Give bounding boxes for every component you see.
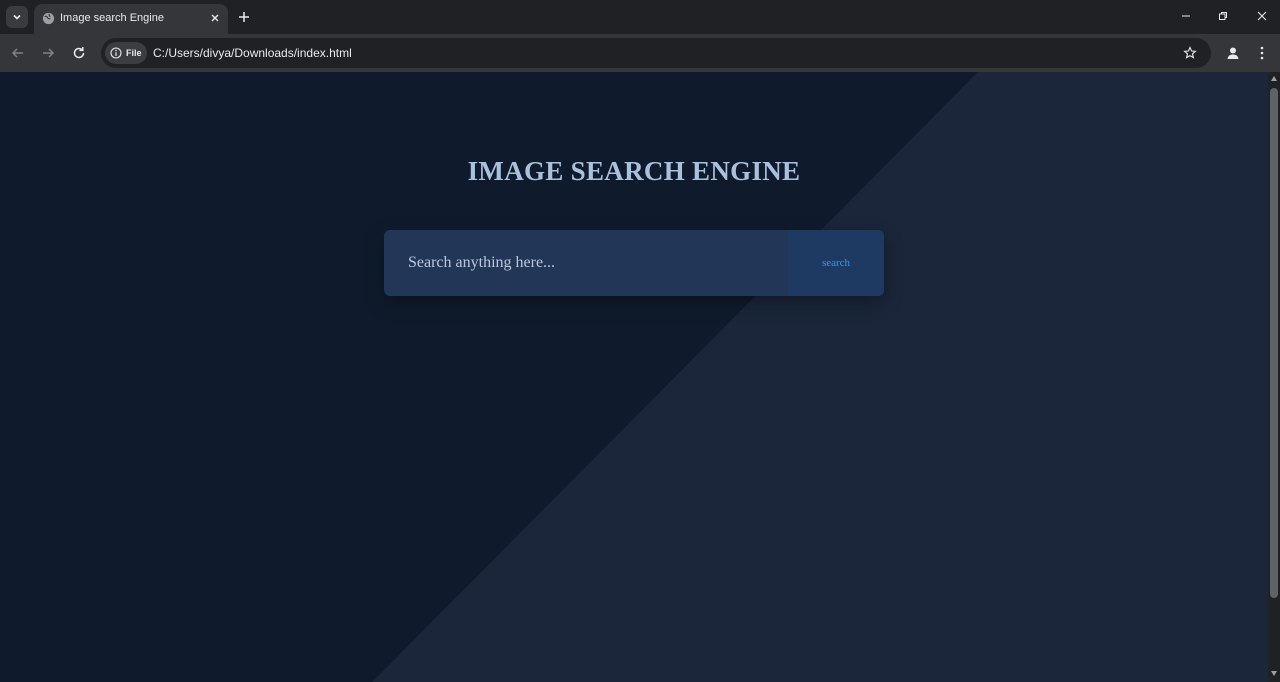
scroll-down-arrow-icon[interactable] <box>1271 671 1277 676</box>
restore-button[interactable] <box>1212 6 1234 26</box>
info-icon <box>110 47 122 59</box>
star-icon <box>1183 46 1197 59</box>
browser-menu-button[interactable] <box>1254 43 1270 63</box>
plus-icon <box>239 12 249 22</box>
search-form: search <box>384 230 884 296</box>
site-info-chip[interactable]: File <box>105 42 147 64</box>
forward-button[interactable] <box>38 43 58 63</box>
url-text[interactable]: C:/Users/divya/Downloads/index.html <box>153 46 352 60</box>
chevron-down-icon <box>13 14 21 20</box>
minimize-icon <box>1182 15 1190 17</box>
reload-button[interactable] <box>69 43 89 63</box>
scrollbar[interactable] <box>1268 72 1280 682</box>
person-icon <box>1227 47 1239 59</box>
tab-search-button[interactable] <box>6 6 28 28</box>
page-title: IMAGE SEARCH ENGINE <box>467 156 801 186</box>
reload-icon <box>73 47 85 59</box>
tab-strip: Image search Engine <box>0 0 1280 34</box>
bookmark-button[interactable] <box>1182 45 1198 61</box>
new-tab-button[interactable] <box>234 7 254 27</box>
scrollbar-thumb[interactable] <box>1270 88 1278 598</box>
search-button[interactable]: search <box>788 230 884 296</box>
close-tab-button[interactable] <box>206 9 224 27</box>
tab-active[interactable]: Image search Engine <box>34 4 228 34</box>
profile-button[interactable] <box>1223 43 1243 63</box>
scroll-up-arrow-icon[interactable] <box>1271 76 1277 81</box>
kebab-icon <box>1260 46 1264 60</box>
globe-icon <box>42 12 55 25</box>
close-window-button[interactable] <box>1251 6 1273 26</box>
restore-icon <box>1219 12 1227 20</box>
arrow-left-icon <box>11 48 23 58</box>
browser-toolbar: File C:/Users/divya/Downloads/index.html <box>0 34 1280 72</box>
search-input[interactable] <box>384 230 788 296</box>
site-info-label: File <box>126 48 142 58</box>
close-icon <box>1257 11 1267 21</box>
page-viewport: IMAGE SEARCH ENGINE search <box>0 72 1268 682</box>
address-bar[interactable]: File C:/Users/divya/Downloads/index.html <box>101 38 1211 68</box>
back-button[interactable] <box>8 43 28 63</box>
minimize-button[interactable] <box>1175 6 1197 26</box>
close-icon <box>211 14 219 22</box>
arrow-right-icon <box>43 48 55 58</box>
tab-title: Image search Engine <box>60 12 164 24</box>
